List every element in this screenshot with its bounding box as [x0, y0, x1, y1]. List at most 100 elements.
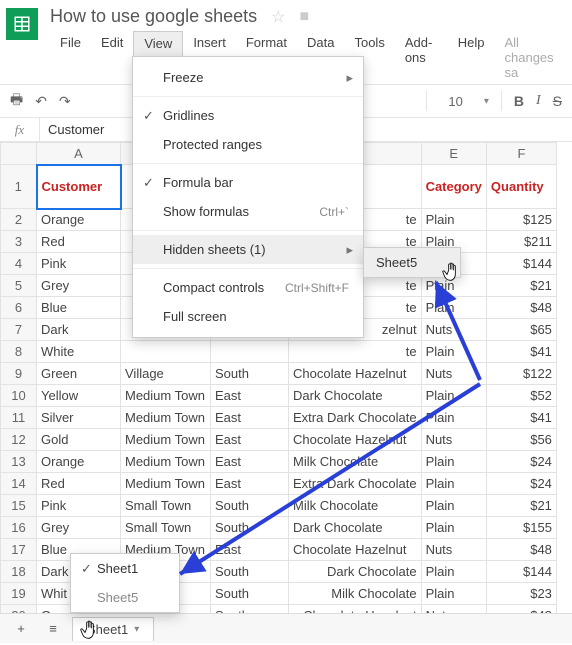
row-header[interactable]: 15 — [1, 495, 37, 517]
cell[interactable]: Medium Town — [121, 473, 211, 495]
cell[interactable]: Plain — [421, 583, 486, 605]
cell[interactable]: Silver — [37, 407, 121, 429]
popup-sheet1[interactable]: Sheet1 — [71, 554, 179, 583]
menu-protected-ranges[interactable]: Protected ranges — [133, 130, 363, 159]
cell[interactable]: Plain — [421, 517, 486, 539]
cell[interactable]: $125 — [486, 209, 556, 231]
cell[interactable]: Dark Chocolate — [289, 561, 422, 583]
cell[interactable]: Chocolate Hazelnut — [289, 539, 422, 561]
strike-button[interactable]: S — [553, 93, 562, 109]
cell[interactable]: Pink — [37, 253, 121, 275]
all-sheets-button[interactable]: ≡ — [40, 618, 66, 640]
cell[interactable]: South — [211, 363, 289, 385]
cell[interactable]: Medium Town — [121, 429, 211, 451]
cell[interactable]: $48 — [486, 539, 556, 561]
cell[interactable]: Medium Town — [121, 407, 211, 429]
menu-compact-controls[interactable]: Compact controlsCtrl+Shift+F — [133, 273, 363, 302]
cell[interactable]: $144 — [486, 561, 556, 583]
cell[interactable]: Milk Chocolate — [289, 495, 422, 517]
cell[interactable]: $24 — [486, 451, 556, 473]
cell[interactable]: Chocolate Hazelnut — [289, 429, 422, 451]
menu-freeze[interactable]: Freeze — [133, 63, 363, 92]
menu-hidden-sheets[interactable]: Hidden sheets (1) — [133, 235, 363, 264]
cell[interactable]: $122 — [486, 363, 556, 385]
cell[interactable]: Plain — [421, 407, 486, 429]
col-header-f[interactable]: F — [486, 143, 556, 165]
cell[interactable]: Milk Chocolate — [289, 451, 422, 473]
col-header-e[interactable]: E — [421, 143, 486, 165]
document-title[interactable]: How to use google sheets — [50, 6, 257, 27]
row-header[interactable]: 9 — [1, 363, 37, 385]
cell[interactable]: te — [289, 341, 422, 363]
cell[interactable]: Extra Dark Chocolate — [289, 407, 422, 429]
row-header[interactable]: 16 — [1, 517, 37, 539]
menu-edit[interactable]: Edit — [91, 31, 133, 84]
cell[interactable]: Gold — [37, 429, 121, 451]
row-header[interactable]: 3 — [1, 231, 37, 253]
cell[interactable]: White — [37, 341, 121, 363]
cell[interactable]: East — [211, 385, 289, 407]
cell[interactable]: Plain — [421, 451, 486, 473]
cell[interactable]: Red — [37, 231, 121, 253]
cell[interactable]: Quantity — [486, 165, 556, 209]
menu-file[interactable]: File — [50, 31, 91, 84]
cell[interactable]: $155 — [486, 517, 556, 539]
cell[interactable]: Blue — [37, 297, 121, 319]
row-header[interactable]: 4 — [1, 253, 37, 275]
cell[interactable]: Plain — [421, 209, 486, 231]
cell[interactable]: $23 — [486, 583, 556, 605]
cell[interactable]: Grey — [37, 517, 121, 539]
cell[interactable]: Category — [421, 165, 486, 209]
cell[interactable]: East — [211, 473, 289, 495]
cell[interactable]: Chocolate Hazelnut — [289, 363, 422, 385]
cell[interactable]: Plain — [421, 473, 486, 495]
cell[interactable]: Plain — [421, 297, 486, 319]
cell[interactable]: Medium Town — [121, 451, 211, 473]
cell[interactable]: Red — [37, 473, 121, 495]
cell[interactable]: $24 — [486, 473, 556, 495]
menu-formula-bar[interactable]: Formula bar — [133, 168, 363, 197]
select-all-cell[interactable] — [1, 143, 37, 165]
cell[interactable]: Dark Chocolate — [289, 385, 422, 407]
cell[interactable]: Village — [121, 363, 211, 385]
cell[interactable]: Green — [37, 363, 121, 385]
cell[interactable]: $65 — [486, 319, 556, 341]
cell[interactable]: Small Town — [121, 495, 211, 517]
cell[interactable]: Dark — [37, 319, 121, 341]
row-header[interactable]: 13 — [1, 451, 37, 473]
cell[interactable]: Nuts — [421, 539, 486, 561]
row-header[interactable]: 7 — [1, 319, 37, 341]
col-header-a[interactable]: A — [37, 143, 121, 165]
cell[interactable]: South — [211, 583, 289, 605]
cell[interactable]: South — [211, 517, 289, 539]
cell[interactable]: East — [211, 407, 289, 429]
menu-addons[interactable]: Add-ons — [395, 31, 448, 84]
row-header[interactable]: 12 — [1, 429, 37, 451]
cell[interactable]: Milk Chocolate — [289, 583, 422, 605]
cell[interactable] — [211, 341, 289, 363]
menu-help[interactable]: Help — [448, 31, 495, 84]
cell[interactable]: Nuts — [421, 429, 486, 451]
cell[interactable]: Plain — [421, 341, 486, 363]
cell[interactable]: $41 — [486, 341, 556, 363]
fx-label[interactable]: fx — [0, 118, 40, 141]
cell[interactable]: Nuts — [421, 363, 486, 385]
cell[interactable]: South — [211, 495, 289, 517]
add-sheet-button[interactable]: + — [8, 618, 34, 640]
cell[interactable]: Pink — [37, 495, 121, 517]
cell[interactable]: Plain — [421, 385, 486, 407]
row-header[interactable]: 14 — [1, 473, 37, 495]
row-header[interactable]: 19 — [1, 583, 37, 605]
row-header[interactable]: 8 — [1, 341, 37, 363]
italic-button[interactable]: I — [536, 93, 541, 109]
cell[interactable]: $211 — [486, 231, 556, 253]
folder-icon[interactable]: ■ — [299, 8, 309, 26]
cell[interactable] — [121, 341, 211, 363]
menu-gridlines[interactable]: Gridlines — [133, 101, 363, 130]
sheets-app-icon[interactable] — [6, 8, 38, 40]
cell[interactable]: Nuts — [421, 319, 486, 341]
cell[interactable]: Plain — [421, 495, 486, 517]
cell[interactable]: Grey — [37, 275, 121, 297]
cell[interactable]: $21 — [486, 275, 556, 297]
row-header[interactable]: 6 — [1, 297, 37, 319]
